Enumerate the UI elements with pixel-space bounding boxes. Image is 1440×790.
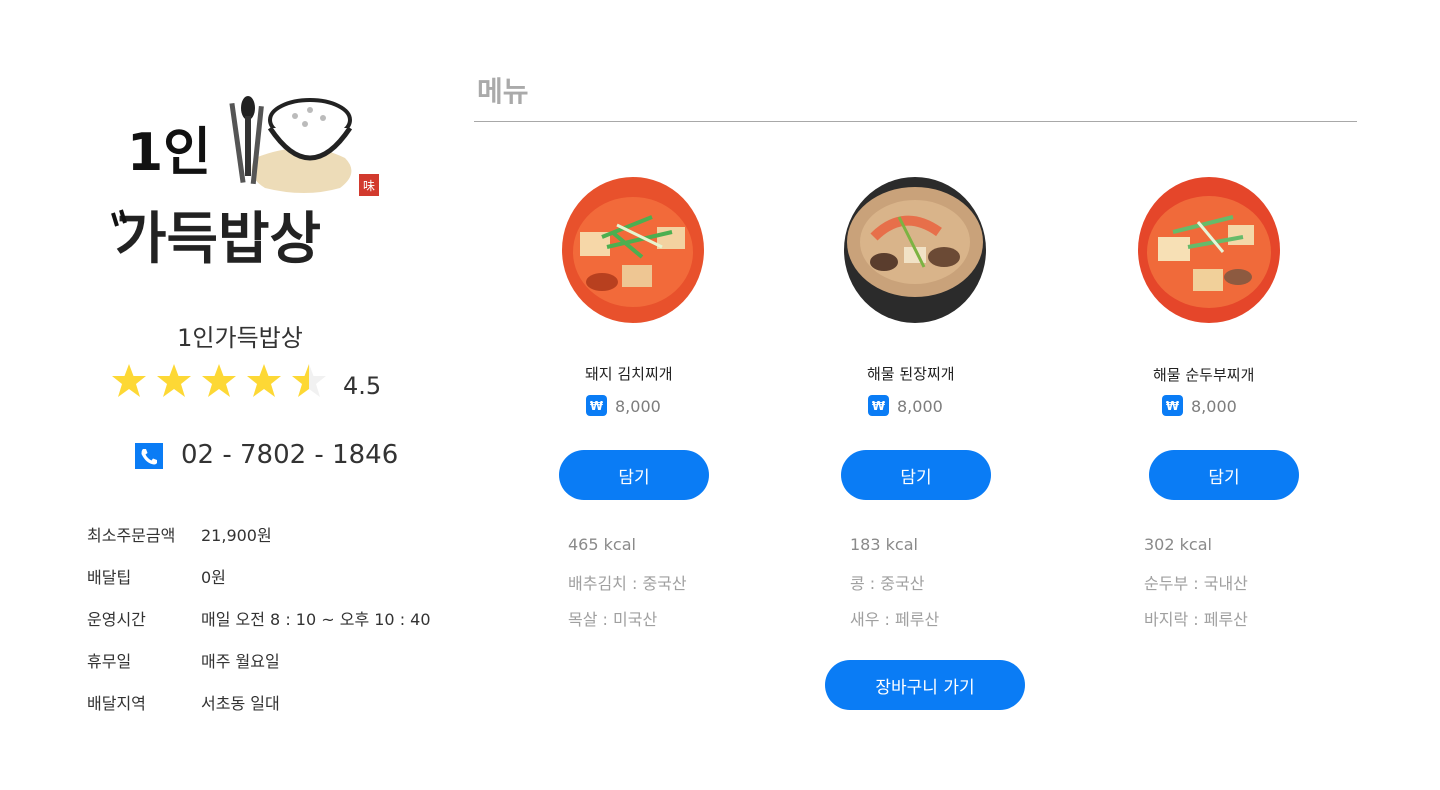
menu-item-name: 돼지 김치찌개: [585, 365, 673, 383]
store-name: 1인가득밥상: [177, 324, 303, 352]
add-to-cart-button[interactable]: 담기: [841, 450, 991, 500]
menu-item-price: 8,000: [615, 397, 661, 416]
menu-item-kcal: 183 kcal: [850, 535, 918, 554]
won-icon: ₩: [1162, 395, 1183, 416]
add-to-cart-button[interactable]: 담기: [1149, 450, 1299, 500]
food-image-kimchi-stew: [562, 177, 704, 323]
info-label-delivery-tip: 배달팁: [87, 568, 132, 587]
menu-item-name: 해물 된장찌개: [867, 365, 955, 383]
star-icon: [157, 364, 191, 397]
info-value-holiday: 매주 월요일: [201, 652, 280, 671]
menu-item-origin: 바지락 : 페루산: [1144, 610, 1248, 629]
food-image-doenjang-stew: [844, 177, 986, 323]
info-value-area: 서초동 일대: [201, 694, 280, 713]
logo-text-2: 가득밥상: [115, 207, 321, 272]
go-to-cart-button[interactable]: 장바구니 가기: [825, 660, 1025, 710]
logo-seal-text: 味: [363, 179, 375, 193]
menu-item-name: 해물 순두부찌개: [1153, 366, 1255, 384]
menu-item-origin: 콩 : 중국산: [850, 574, 925, 593]
star-icon: [202, 364, 236, 397]
won-icon: ₩: [586, 395, 607, 416]
info-value-delivery-tip: 0원: [201, 568, 226, 587]
menu-item-kcal: 302 kcal: [1144, 535, 1212, 554]
rating-stars: [110, 362, 335, 400]
menu-title: 메뉴: [477, 75, 529, 108]
info-label-holiday: 휴무일: [87, 652, 132, 671]
menu-item-price: 8,000: [1191, 397, 1237, 416]
info-value-min-order: 21,900원: [201, 526, 272, 545]
info-value-hours: 매일 오전 8 : 10 ~ 오후 10 : 40: [201, 610, 431, 629]
food-image-sundubu-stew: [1138, 177, 1280, 323]
store-logo-graphic: 味 1인 가득밥상: [111, 96, 379, 272]
phone-number[interactable]: 02 - 7802 - 1846: [181, 440, 398, 470]
star-icon: [247, 364, 281, 397]
phone-icon: [135, 443, 163, 469]
star-icon: [292, 364, 326, 397]
logo-text-1: 1인: [127, 123, 211, 183]
menu-divider: [474, 121, 1357, 122]
menu-item-origin: 새우 : 페루산: [850, 610, 940, 629]
menu-item-origin: 배추김치 : 중국산: [568, 574, 687, 593]
info-label-area: 배달지역: [87, 694, 146, 713]
menu-item-origin: 목살 : 미국산: [568, 610, 658, 629]
store-logo: 味 1인 가득밥상: [105, 88, 385, 288]
star-icon: [112, 364, 146, 397]
menu-item-price: 8,000: [897, 397, 943, 416]
info-label-min-order: 최소주문금액: [87, 526, 176, 545]
rating-value: 4.5: [343, 372, 382, 400]
menu-item-kcal: 465 kcal: [568, 535, 636, 554]
info-label-hours: 운영시간: [87, 610, 146, 629]
add-to-cart-button[interactable]: 담기: [559, 450, 709, 500]
won-icon: ₩: [868, 395, 889, 416]
menu-item-origin: 순두부 : 국내산: [1144, 574, 1248, 593]
